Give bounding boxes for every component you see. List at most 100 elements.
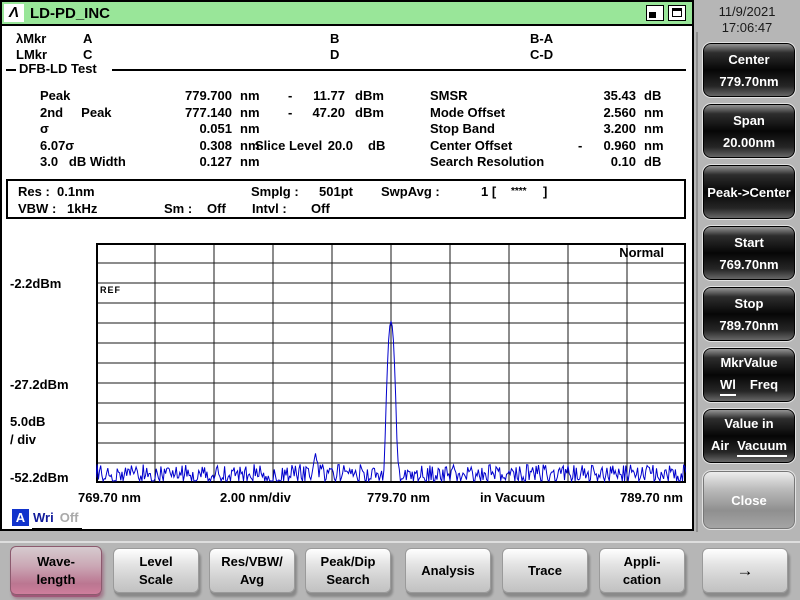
x-medium-label: in Vacuum bbox=[480, 490, 545, 505]
softkey-start[interactable]: Start 769.70nm bbox=[702, 225, 796, 281]
measurement-row: Peak 779.700 nm - 11.77 dBm SMSR 35.43 d… bbox=[2, 88, 696, 104]
y-ref-level-label: -2.2dBm bbox=[10, 276, 61, 291]
time-text: 17:06:47 bbox=[698, 20, 796, 36]
softkey-peak-to-center[interactable]: Peak->Center bbox=[702, 164, 796, 220]
measurement-row: 3.0 dB Width 0.127 nm Search Resolution … bbox=[2, 154, 696, 170]
clock: 11/9/2021 17:06:47 bbox=[698, 4, 796, 36]
res-label: Res : bbox=[18, 184, 50, 199]
meas-value: 0.127 bbox=[152, 154, 232, 169]
x-center-label: 779.70 nm bbox=[367, 490, 430, 505]
vbw-label: VBW : bbox=[18, 201, 56, 216]
instrument-screen: Λ LD-PD_INC λMkr A B B-A LMkr C D C-D DF… bbox=[0, 0, 694, 531]
meas-label: Peak bbox=[40, 88, 70, 103]
trace-status: AWriOff bbox=[12, 509, 82, 529]
slice-level-unit: dB bbox=[368, 138, 385, 153]
level-marker-label: LMkr bbox=[16, 47, 47, 62]
maximize-button[interactable] bbox=[668, 5, 686, 21]
softkey-panel-groove bbox=[696, 32, 698, 532]
softkey-stop[interactable]: Stop 789.70nm bbox=[702, 286, 796, 342]
swpavg-value: 1 [ bbox=[481, 184, 496, 199]
swpavg-bracket: ] bbox=[543, 184, 547, 199]
meas-unit: nm bbox=[240, 88, 260, 103]
softkey-span[interactable]: Span 20.00nm bbox=[702, 103, 796, 159]
softkey-value-in[interactable]: Value in Air Vacuum bbox=[702, 408, 796, 464]
meas-sign: - bbox=[288, 88, 292, 103]
measurement-row: 2nd Peak 777.140 nm - 47.20 dBm Mode Off… bbox=[2, 105, 696, 121]
softkey-label: Close bbox=[703, 493, 795, 508]
option-air[interactable]: Air bbox=[711, 438, 729, 457]
spectrum-plot: Normal REF bbox=[96, 243, 686, 483]
option-wavelength[interactable]: Wl bbox=[720, 377, 736, 396]
meas-value: 779.700 bbox=[152, 88, 232, 103]
softkey-label: Stop bbox=[703, 296, 795, 311]
section-rule-left bbox=[6, 69, 16, 71]
meas-label: Stop Band bbox=[430, 121, 495, 136]
softkey-close[interactable]: Close bbox=[702, 470, 796, 530]
fkey-label: Res/VBW/ bbox=[210, 554, 294, 569]
smplg-label: Smplg : bbox=[251, 184, 299, 199]
fkey-label: Level bbox=[114, 554, 198, 569]
minimize-button[interactable] bbox=[646, 5, 664, 21]
meas-value: 0.960 bbox=[586, 138, 636, 153]
fkey-label: length bbox=[11, 572, 101, 587]
vbw-value: 1kHz bbox=[67, 201, 97, 216]
marker-c-d: C-D bbox=[530, 47, 553, 62]
smplg-value: 501pt bbox=[319, 184, 353, 199]
bottom-panel-highlight bbox=[0, 541, 800, 543]
meas-unit: dB bbox=[644, 154, 661, 169]
smooth-value: Off bbox=[207, 201, 226, 216]
softkey-center[interactable]: Center 779.70nm bbox=[702, 42, 796, 98]
meas-label: Mode Offset bbox=[430, 105, 505, 120]
meas-label: SMSR bbox=[430, 88, 468, 103]
y-scale-per-div-2: / div bbox=[10, 432, 36, 447]
trace-display-mode: Normal bbox=[619, 245, 664, 260]
x-start-label: 769.70 nm bbox=[78, 490, 141, 505]
meas-value: 0.10 bbox=[586, 154, 636, 169]
meas-unit: nm bbox=[240, 154, 260, 169]
marker-c: C bbox=[83, 47, 92, 62]
slice-level-value: 20.0 bbox=[320, 138, 353, 153]
softkey-label: Center bbox=[703, 52, 795, 67]
meas-unit: nm bbox=[644, 138, 664, 153]
trace-off-mode: Off bbox=[60, 510, 79, 525]
fkey-level-scale[interactable]: Level Scale bbox=[113, 548, 199, 593]
meas-unit: nm bbox=[644, 121, 664, 136]
fkey-trace[interactable]: Trace bbox=[502, 548, 588, 593]
fkey-res-vbw-avg[interactable]: Res/VBW/ Avg bbox=[209, 548, 295, 593]
softkey-label: Peak->Center bbox=[703, 185, 795, 200]
softkey-options: Air Vacuum bbox=[703, 438, 795, 457]
fkey-peak-dip-search[interactable]: Peak/Dip Search bbox=[305, 548, 391, 593]
interval-value: Off bbox=[311, 201, 330, 216]
softkey-value: 20.00nm bbox=[703, 135, 795, 150]
fkey-analysis[interactable]: Analysis bbox=[405, 548, 491, 593]
fkey-label: Peak/Dip bbox=[306, 554, 390, 569]
vendor-logo-icon: Λ bbox=[4, 4, 24, 22]
window-controls bbox=[646, 5, 686, 21]
meas-value: 0.308 bbox=[152, 138, 232, 153]
meas-sign: - bbox=[578, 138, 582, 153]
marker-b-a: B-A bbox=[530, 31, 553, 46]
window-title: LD-PD_INC bbox=[30, 5, 110, 22]
fkey-label: cation bbox=[600, 572, 684, 587]
meas-value: 35.43 bbox=[586, 88, 636, 103]
option-frequency[interactable]: Freq bbox=[750, 377, 778, 396]
trace-write-mode: Wri bbox=[33, 510, 54, 525]
spectrum-trace-svg bbox=[96, 243, 686, 483]
option-vacuum[interactable]: Vacuum bbox=[737, 438, 787, 457]
softkey-label: Value in bbox=[703, 416, 795, 431]
fkey-application[interactable]: Appli- cation bbox=[599, 548, 685, 593]
osa-instrument-ui: Λ LD-PD_INC λMkr A B B-A LMkr C D C-D DF… bbox=[0, 0, 800, 600]
fkey-wavelength[interactable]: Wave- length bbox=[10, 546, 102, 595]
meas-label: 6.07σ bbox=[40, 138, 74, 153]
meas-sign: - bbox=[288, 105, 292, 120]
trace-mode-group: Wri Off bbox=[32, 509, 82, 530]
meas-label: Search Resolution bbox=[430, 154, 544, 169]
slice-level-label: Slice Level bbox=[255, 138, 322, 153]
meas-value2: 11.77 bbox=[296, 88, 345, 103]
fkey-label: Search bbox=[306, 572, 390, 587]
softkey-mkrvalue[interactable]: MkrValue Wl Freq bbox=[702, 347, 796, 403]
fkey-label: Wave- bbox=[11, 554, 101, 569]
fkey-more-menu[interactable]: → bbox=[702, 548, 788, 593]
softkey-label: Span bbox=[703, 113, 795, 128]
marker-d: D bbox=[330, 47, 339, 62]
